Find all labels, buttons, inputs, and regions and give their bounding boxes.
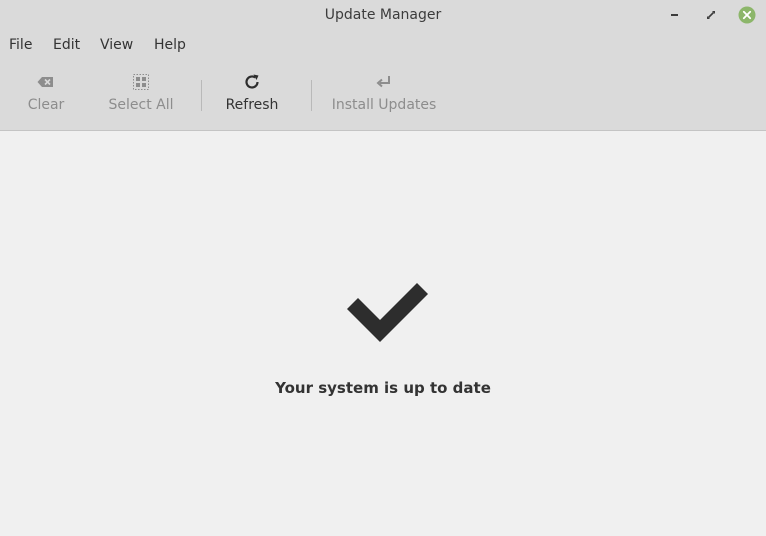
refresh-label: Refresh [225,97,279,113]
minimize-icon [671,14,678,16]
maximize-button[interactable] [701,5,721,25]
minimize-button[interactable] [665,5,685,25]
install-updates-label: Install Updates [331,97,437,113]
status-message: Your system is up to date [275,379,491,397]
menu-help[interactable]: Help [154,30,186,60]
select-all-label: Select All [108,97,174,113]
toolbar-separator [311,80,312,111]
refresh-icon [245,74,259,89]
checkmark-icon [347,283,428,342]
install-return-icon [376,76,390,88]
toolbar-separator [201,80,202,111]
menu-edit[interactable]: Edit [53,30,80,60]
select-all-icon [133,74,149,90]
main-content: Your system is up to date [0,131,766,536]
window-title: Update Manager [324,7,442,23]
menu-bar: File Edit View Help [0,30,766,60]
update-manager-window: Update Manager File Edit View Help Clear… [0,0,766,536]
clear-button[interactable]: Clear [14,60,78,130]
toolbar: Clear Select All Refresh Install Updates [0,60,766,131]
refresh-button[interactable]: Refresh [215,60,289,130]
clear-backspace-icon [37,77,53,87]
maximize-icon [707,11,715,19]
close-icon [738,6,756,24]
install-updates-button[interactable]: Install Updates [325,60,443,130]
select-all-button[interactable]: Select All [100,60,182,130]
clear-label: Clear [27,97,65,113]
menu-view[interactable]: View [100,30,133,60]
title-bar[interactable]: Update Manager [0,0,766,30]
menu-file[interactable]: File [9,30,32,60]
close-button[interactable] [737,5,757,25]
